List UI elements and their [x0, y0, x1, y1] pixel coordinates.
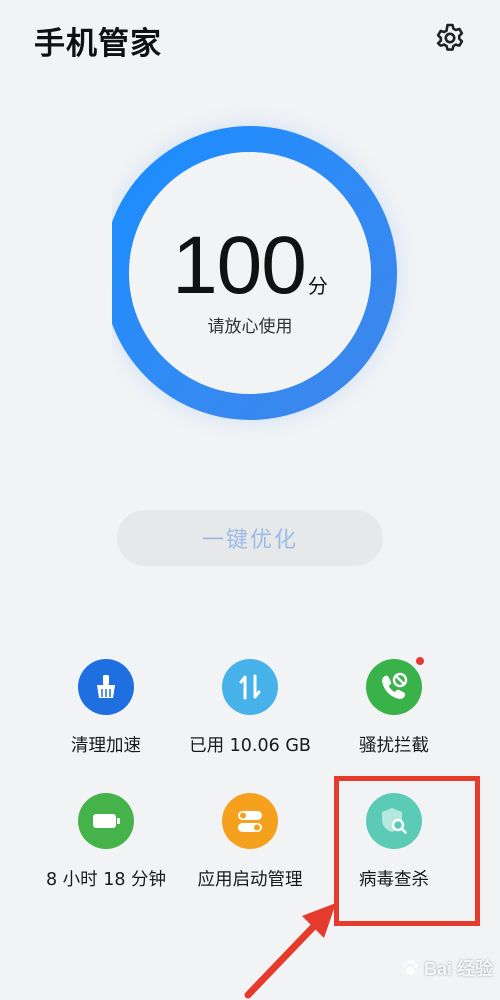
- toggle-icon: [222, 793, 278, 849]
- phone-block-icon: [366, 657, 424, 715]
- tool-harassment-block[interactable]: 骚扰拦截: [319, 657, 469, 757]
- settings-button[interactable]: [432, 20, 468, 56]
- score-value: 100: [172, 220, 307, 311]
- tool-app-launch[interactable]: 应用启动管理: [175, 793, 325, 891]
- watermark: Bai 经验: [383, 948, 493, 988]
- score-display: 100 分: [112, 225, 388, 307]
- broom-icon: [78, 659, 134, 715]
- data-transfer-icon: [222, 659, 278, 715]
- tool-label: 已用 10.06 GB: [189, 736, 311, 756]
- tool-battery[interactable]: 8 小时 18 分钟: [31, 793, 181, 891]
- tool-data-usage[interactable]: 已用 10.06 GB: [175, 659, 325, 757]
- tool-label: 应用启动管理: [197, 870, 303, 890]
- score-subtitle: 请放心使用: [207, 317, 293, 337]
- tool-label: 骚扰拦截: [359, 736, 429, 756]
- tool-cleanup[interactable]: 清理加速: [31, 659, 181, 757]
- one-key-optimize-button[interactable]: 一键优化: [117, 510, 383, 566]
- paw-icon: [402, 960, 418, 975]
- score-unit: 分: [307, 274, 328, 298]
- tool-label: 清理加速: [71, 736, 141, 756]
- page-title: 手机管家: [34, 26, 162, 62]
- gear-icon: [436, 23, 464, 51]
- battery-icon: [78, 793, 134, 849]
- annotation-highlight-box: [334, 776, 480, 926]
- notification-dot: [416, 657, 424, 665]
- watermark-text: Bai 经验: [423, 959, 493, 979]
- tool-label: 8 小时 18 分钟: [45, 870, 167, 890]
